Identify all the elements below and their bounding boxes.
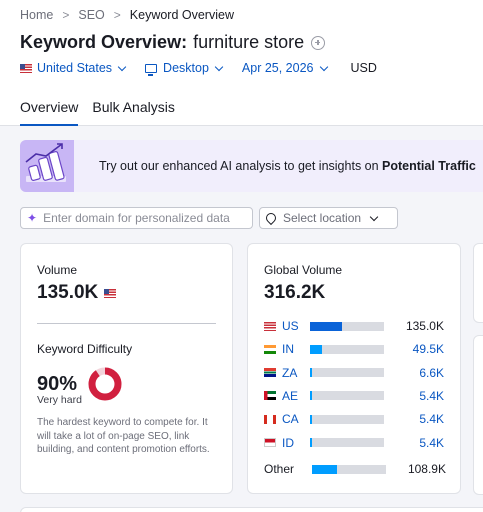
country-row-in[interactable]: IN 49.5K [264, 342, 444, 356]
divider [37, 323, 216, 324]
breadcrumb: Home > SEO > Keyword Overview [20, 8, 234, 22]
country-volume-bar-fill [310, 344, 322, 354]
country-volume-value[interactable]: 5.4K [384, 436, 444, 450]
chevron-down-icon [319, 62, 328, 71]
country-row-ca[interactable]: CA 5.4K [264, 412, 444, 426]
country-code: IN [282, 342, 294, 357]
chevron-down-icon [214, 62, 224, 71]
page-title-label: Keyword Overview: [20, 32, 188, 52]
volume-value-row: 135.0K [37, 282, 117, 304]
global-volume-value: 316.2K [264, 282, 326, 303]
us-flag-icon [104, 288, 117, 298]
country-volume-value[interactable]: 5.4K [384, 412, 444, 426]
country-code: US [282, 319, 299, 333]
country-volume-value[interactable]: 6.6K [384, 366, 444, 380]
in-flag-icon [264, 344, 276, 354]
country-volume-value[interactable]: 5.4K [384, 389, 444, 403]
breadcrumb-home[interactable]: Home [20, 8, 53, 22]
country-volume-bar [310, 321, 384, 331]
volume-value: 135.0K [37, 282, 99, 303]
difficulty-donut-icon [88, 367, 122, 401]
country-volume-bar [310, 344, 384, 354]
country-volume-bar [310, 438, 384, 447]
ca-flag-icon [264, 414, 276, 424]
country-label: United States [37, 61, 113, 75]
tab-overview[interactable]: Overview [20, 99, 79, 126]
id-flag-icon [264, 438, 276, 447]
us-flag-icon [264, 321, 276, 331]
country-volume-bar-fill [310, 391, 313, 401]
ae-flag-icon [264, 391, 276, 401]
header: Home > SEO > Keyword Overview Keyword Ov… [0, 0, 483, 126]
volume-card: Volume 135.0K Keyword Difficulty 90% Ver… [20, 243, 233, 494]
other-bar [312, 464, 386, 474]
domain-input-placeholder: Enter domain for personalized data [43, 211, 230, 225]
country-volume-bar-fill [310, 414, 313, 424]
chevron-down-icon [369, 212, 379, 221]
country-volume-bar-fill [310, 368, 313, 378]
global-volume-card: Global Volume 316.2K US 135.0K IN 49.5K ZA 6.… [247, 243, 461, 494]
tab-bulk-analysis[interactable]: Bulk Analysis [92, 99, 174, 126]
bottom-card-partial [20, 507, 483, 512]
ai-promo-banner[interactable]: Try out our enhanced AI analysis to get … [20, 140, 483, 192]
banner-highlight: Potential Traffic [382, 159, 476, 173]
date-selector[interactable]: Apr 25, 2026 [241, 61, 328, 75]
sparkle-icon: ✦ [27, 211, 38, 225]
country-volume-bar-fill [310, 438, 313, 447]
country-volume-value: 135.0K [405, 319, 444, 333]
device-selector[interactable]: Desktop [145, 61, 224, 76]
location-select-placeholder: Select location [283, 211, 362, 225]
other-row: Other 108.9K [264, 462, 446, 476]
keyword-difficulty-value: 90% [37, 372, 78, 395]
country-row-za[interactable]: ZA 6.6K [264, 366, 444, 380]
side-card-partial [473, 243, 483, 323]
country-volume-bar [310, 414, 384, 424]
other-bar-fill [312, 464, 338, 474]
add-keyword-icon[interactable] [311, 35, 326, 50]
breadcrumb-seo[interactable]: SEO [78, 8, 104, 22]
personalization-controls: ✦ Enter domain for personalized data Sel… [20, 207, 398, 229]
keyword-difficulty-level: Very hard [37, 394, 82, 406]
za-flag-icon [264, 368, 276, 378]
country-row-us[interactable]: US 135.0K [264, 319, 444, 333]
location-pin-icon [263, 210, 279, 226]
country-row-ae[interactable]: AE 5.4K [264, 389, 444, 403]
country-volume-bar-fill [310, 321, 342, 331]
global-volume-label: Global Volume [264, 263, 343, 277]
page-title: Keyword Overview: furniture store [20, 32, 326, 53]
country-volume-value[interactable]: 49.5K [384, 342, 444, 356]
chevron-down-icon [117, 62, 127, 71]
country-selector[interactable]: United States [20, 61, 127, 75]
location-select[interactable]: Select location [259, 207, 398, 229]
other-label: Other [264, 462, 295, 476]
breadcrumb-current: Keyword Overview [129, 8, 234, 22]
country-code: CA [282, 412, 299, 427]
keyword-difficulty-label: Keyword Difficulty [37, 342, 133, 356]
device-label: Desktop [163, 61, 209, 75]
side-card-partial-lower [473, 335, 483, 495]
other-value: 108.9K [407, 462, 446, 476]
domain-input[interactable]: ✦ Enter domain for personalized data [20, 207, 253, 229]
growth-chart-illustration [20, 140, 74, 192]
desktop-icon [145, 63, 158, 76]
banner-text: Try out our enhanced AI analysis to get … [99, 159, 476, 173]
date-label: Apr 25, 2026 [241, 61, 314, 75]
chevron-right-icon: > [113, 8, 121, 22]
country-volume-bar [310, 368, 384, 378]
currency-label: USD [350, 61, 377, 75]
banner-message: Try out our enhanced AI analysis to get … [99, 159, 383, 173]
chevron-right-icon: > [62, 8, 70, 22]
country-row-id[interactable]: ID 5.4K [264, 436, 444, 450]
tabs: Overview Bulk Analysis [20, 99, 189, 126]
us-flag-icon [20, 63, 32, 73]
volume-label: Volume [37, 263, 78, 277]
country-code: AE [282, 388, 299, 403]
country-volume-bar [310, 391, 384, 401]
filters-bar: United States Desktop Apr 25, 2026 USD [20, 61, 377, 76]
page-title-keyword: furniture store [193, 32, 305, 52]
country-code: ZA [282, 365, 298, 380]
keyword-difficulty-description: The hardest keyword to compete for. It w… [37, 417, 210, 455]
country-code: ID [282, 435, 294, 450]
